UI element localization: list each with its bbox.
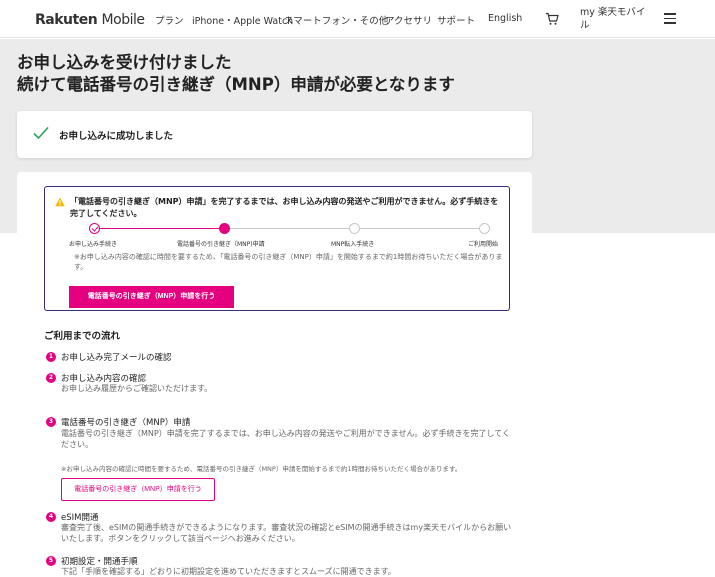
step-label-4: ご利用開始 <box>468 241 499 248</box>
nav-support[interactable]: サポート <box>437 13 475 27</box>
check-icon <box>33 126 49 140</box>
my-rakuten-mobile-link[interactable]: my 楽天モバイル <box>580 6 650 32</box>
step-number-badge: 3 <box>46 417 56 427</box>
flow-item-title: 電話番号の引き継ぎ（MNP）申請 <box>61 418 191 428</box>
step-number-badge: 4 <box>46 512 56 522</box>
step-label-3: MNP転入手続き <box>331 241 375 248</box>
flow-item-desc: 審査完了後、eSIMの開通手続きができるようになります。審査状況の確認とeSIM… <box>61 523 512 543</box>
alert-note: ※お申し込み内容の確認に時間を要するため、「電話番号の引き継ぎ（MNP）申請」を… <box>74 253 503 271</box>
step-number-badge: 1 <box>46 352 56 362</box>
site-header: Rakuten Mobile プラン iPhone・Apple Watch スマ… <box>0 0 715 38</box>
mnp-apply-button[interactable]: 電話番号の引き継ぎ（MNP）申請を行う <box>69 286 234 308</box>
flow-item-note: ※お申し込み内容の確認に時間を要するため、電話番号の引き継ぎ（MNP）申請を開始… <box>61 465 462 473</box>
mnp-apply-outline-button[interactable]: 電話番号の引き継ぎ（MNP）申請を行う <box>61 478 215 501</box>
step-dot-2 <box>219 223 230 234</box>
cart-icon[interactable] <box>545 12 559 26</box>
rakuten-mobile-logo[interactable]: Rakuten Mobile <box>35 12 145 28</box>
nav-english[interactable]: English <box>488 13 522 24</box>
flow-item-desc: 下記「手順を確認する」どおりに初期設定を進めていただきますとスムーズに開通できま… <box>61 567 396 576</box>
success-message-card: お申し込みに成功しました <box>17 111 532 158</box>
step-label-2: 電話番号の引き継ぎ（MNP)申請 <box>177 241 265 248</box>
warning-icon <box>55 197 65 207</box>
flow-title: ご利用までの流れ <box>44 331 121 342</box>
success-text: お申し込みに成功しました <box>59 131 174 142</box>
flow-item-desc: お申し込み履歴からご確認いただけます。 <box>61 384 213 393</box>
step-number-badge: 5 <box>46 556 56 566</box>
step-dot-4 <box>479 223 490 234</box>
step-dot-3 <box>349 223 360 234</box>
nav-smartphone-others[interactable]: スマートフォン・その他 <box>284 13 388 27</box>
nav-accessory[interactable]: アクセサリ <box>385 13 432 27</box>
step-label-1: お申し込み手続き <box>69 241 118 248</box>
nav-iphone-apple-watch[interactable]: iPhone・Apple Watch <box>192 13 293 27</box>
page-title: お申し込みを受け付けました 続けて電話番号の引き継ぎ（MNP）申請が必要となりま… <box>17 53 455 94</box>
alert-text: 「電話番号の引き継ぎ（MNP）申請」を完了するまでは、お申し込み内容の発送やご利… <box>70 197 499 218</box>
step-number-badge: 2 <box>46 373 56 383</box>
step-dot-1 <box>89 223 100 234</box>
flow-item-title: お申し込み完了メールの確認 <box>61 353 172 363</box>
flow-item-desc: 電話番号の引き継ぎ（MNP）申請を完了するまでは、お申し込み内容の発送やご利用が… <box>61 429 510 449</box>
nav-plan[interactable]: プラン <box>155 13 184 27</box>
progress-steps: お申し込み手続き 電話番号の引き継ぎ（MNP)申請 MNP転入手続き ご利用開始 <box>44 222 510 252</box>
hamburger-menu-icon[interactable] <box>664 13 676 24</box>
